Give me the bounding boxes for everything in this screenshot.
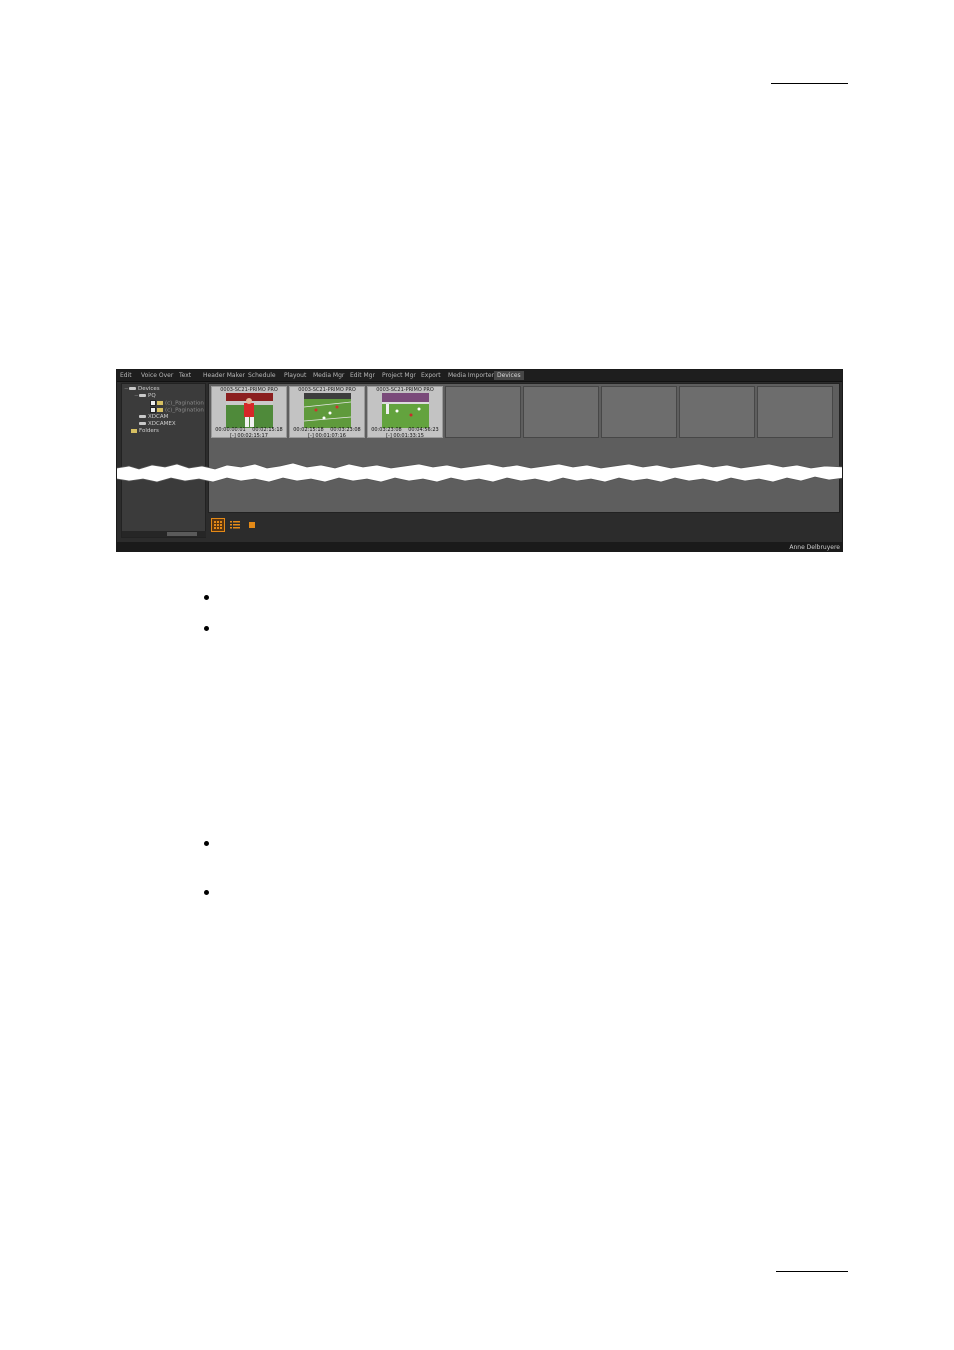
- tree-xdcam[interactable]: XDCAM: [139, 414, 168, 421]
- single-view-icon: [249, 522, 255, 528]
- clip-thumbnail: [382, 393, 429, 428]
- menu-edit[interactable]: Edit: [120, 371, 132, 380]
- empty-clip-cell[interactable]: [757, 386, 833, 438]
- scroll-thumb[interactable]: [167, 532, 197, 536]
- devices-screenshot: Edit Voice Over Text Header Maker Schedu…: [116, 369, 843, 552]
- tree-devices[interactable]: − Devices: [124, 386, 160, 393]
- menu-edit-mgr[interactable]: Edit Mgr: [350, 371, 375, 380]
- empty-clip-cell[interactable]: [679, 386, 755, 438]
- drive-icon: [139, 415, 146, 418]
- bullet-3: [204, 841, 209, 846]
- clip-thumbnail: [304, 393, 351, 428]
- empty-clip-cell[interactable]: [601, 386, 677, 438]
- bullet-1: [204, 595, 209, 600]
- menu-voice-over[interactable]: Voice Over: [141, 371, 173, 380]
- grid-view-button[interactable]: [211, 518, 225, 532]
- clip-cell[interactable]: 0003-SC21-PRIMO PRO 00:03:23:08 00:04:56:…: [367, 386, 443, 439]
- tree-scrollbar[interactable]: [122, 531, 206, 537]
- checkbox-icon[interactable]: [150, 400, 156, 406]
- empty-clip-cell[interactable]: [523, 386, 599, 438]
- clip-duration: [-] 00:02:15:17: [230, 433, 268, 439]
- menu-devices[interactable]: Devices: [494, 371, 524, 380]
- folder-icon: [157, 401, 163, 405]
- torn-edge: [117, 462, 842, 483]
- folder-icon: [157, 408, 163, 412]
- status-user: Anne Delbruyere: [789, 544, 840, 551]
- list-view-icon: [230, 521, 240, 529]
- status-bar: Anne Delbruyere: [117, 542, 842, 551]
- drive-icon: [139, 422, 146, 425]
- drive-icon: [139, 394, 146, 397]
- menu-schedule[interactable]: Schedule: [248, 371, 276, 380]
- drive-icon: [129, 387, 136, 390]
- empty-clip-cell[interactable]: [445, 386, 521, 438]
- bullet-2: [204, 626, 209, 631]
- menu-project-mgr[interactable]: Project Mgr: [382, 371, 416, 380]
- single-view-button[interactable]: [245, 518, 259, 532]
- menu-bar: Edit Voice Over Text Header Maker Schedu…: [117, 370, 842, 382]
- clip-duration: [-] 00:01:33:15: [386, 433, 424, 439]
- menu-media-importer[interactable]: Media Importer: [448, 371, 494, 380]
- menu-media-mgr[interactable]: Media Mgr: [313, 371, 344, 380]
- menu-text[interactable]: Text: [179, 371, 191, 380]
- clip-duration: [-] 00:01:07:16: [308, 433, 346, 439]
- header-rule: [771, 83, 848, 84]
- clip-cell[interactable]: 0003-SC21-PRIMO PRO 00:02:15:18 00:03:23:…: [289, 386, 365, 439]
- list-view-button[interactable]: [228, 518, 242, 532]
- checkbox-icon[interactable]: [150, 407, 156, 413]
- tree-folders[interactable]: Folders: [131, 428, 159, 435]
- footer-rule: [776, 1271, 848, 1272]
- clip-thumbnail: [226, 393, 273, 428]
- grid-view-icon: [214, 521, 222, 529]
- tree-pq[interactable]: − PQ: [134, 393, 156, 400]
- folder-icon: [131, 428, 137, 433]
- tree-xdcamex[interactable]: XDCAMEX: [139, 421, 176, 428]
- clip-cell[interactable]: 0003-SC21-PRIMO PRO 00:00:00:01 00:02:15:…: [211, 386, 287, 439]
- menu-export[interactable]: Export: [421, 371, 441, 380]
- menu-header-maker[interactable]: Header Maker: [203, 371, 245, 380]
- menu-playout[interactable]: Playout: [284, 371, 306, 380]
- bullet-4: [204, 890, 209, 895]
